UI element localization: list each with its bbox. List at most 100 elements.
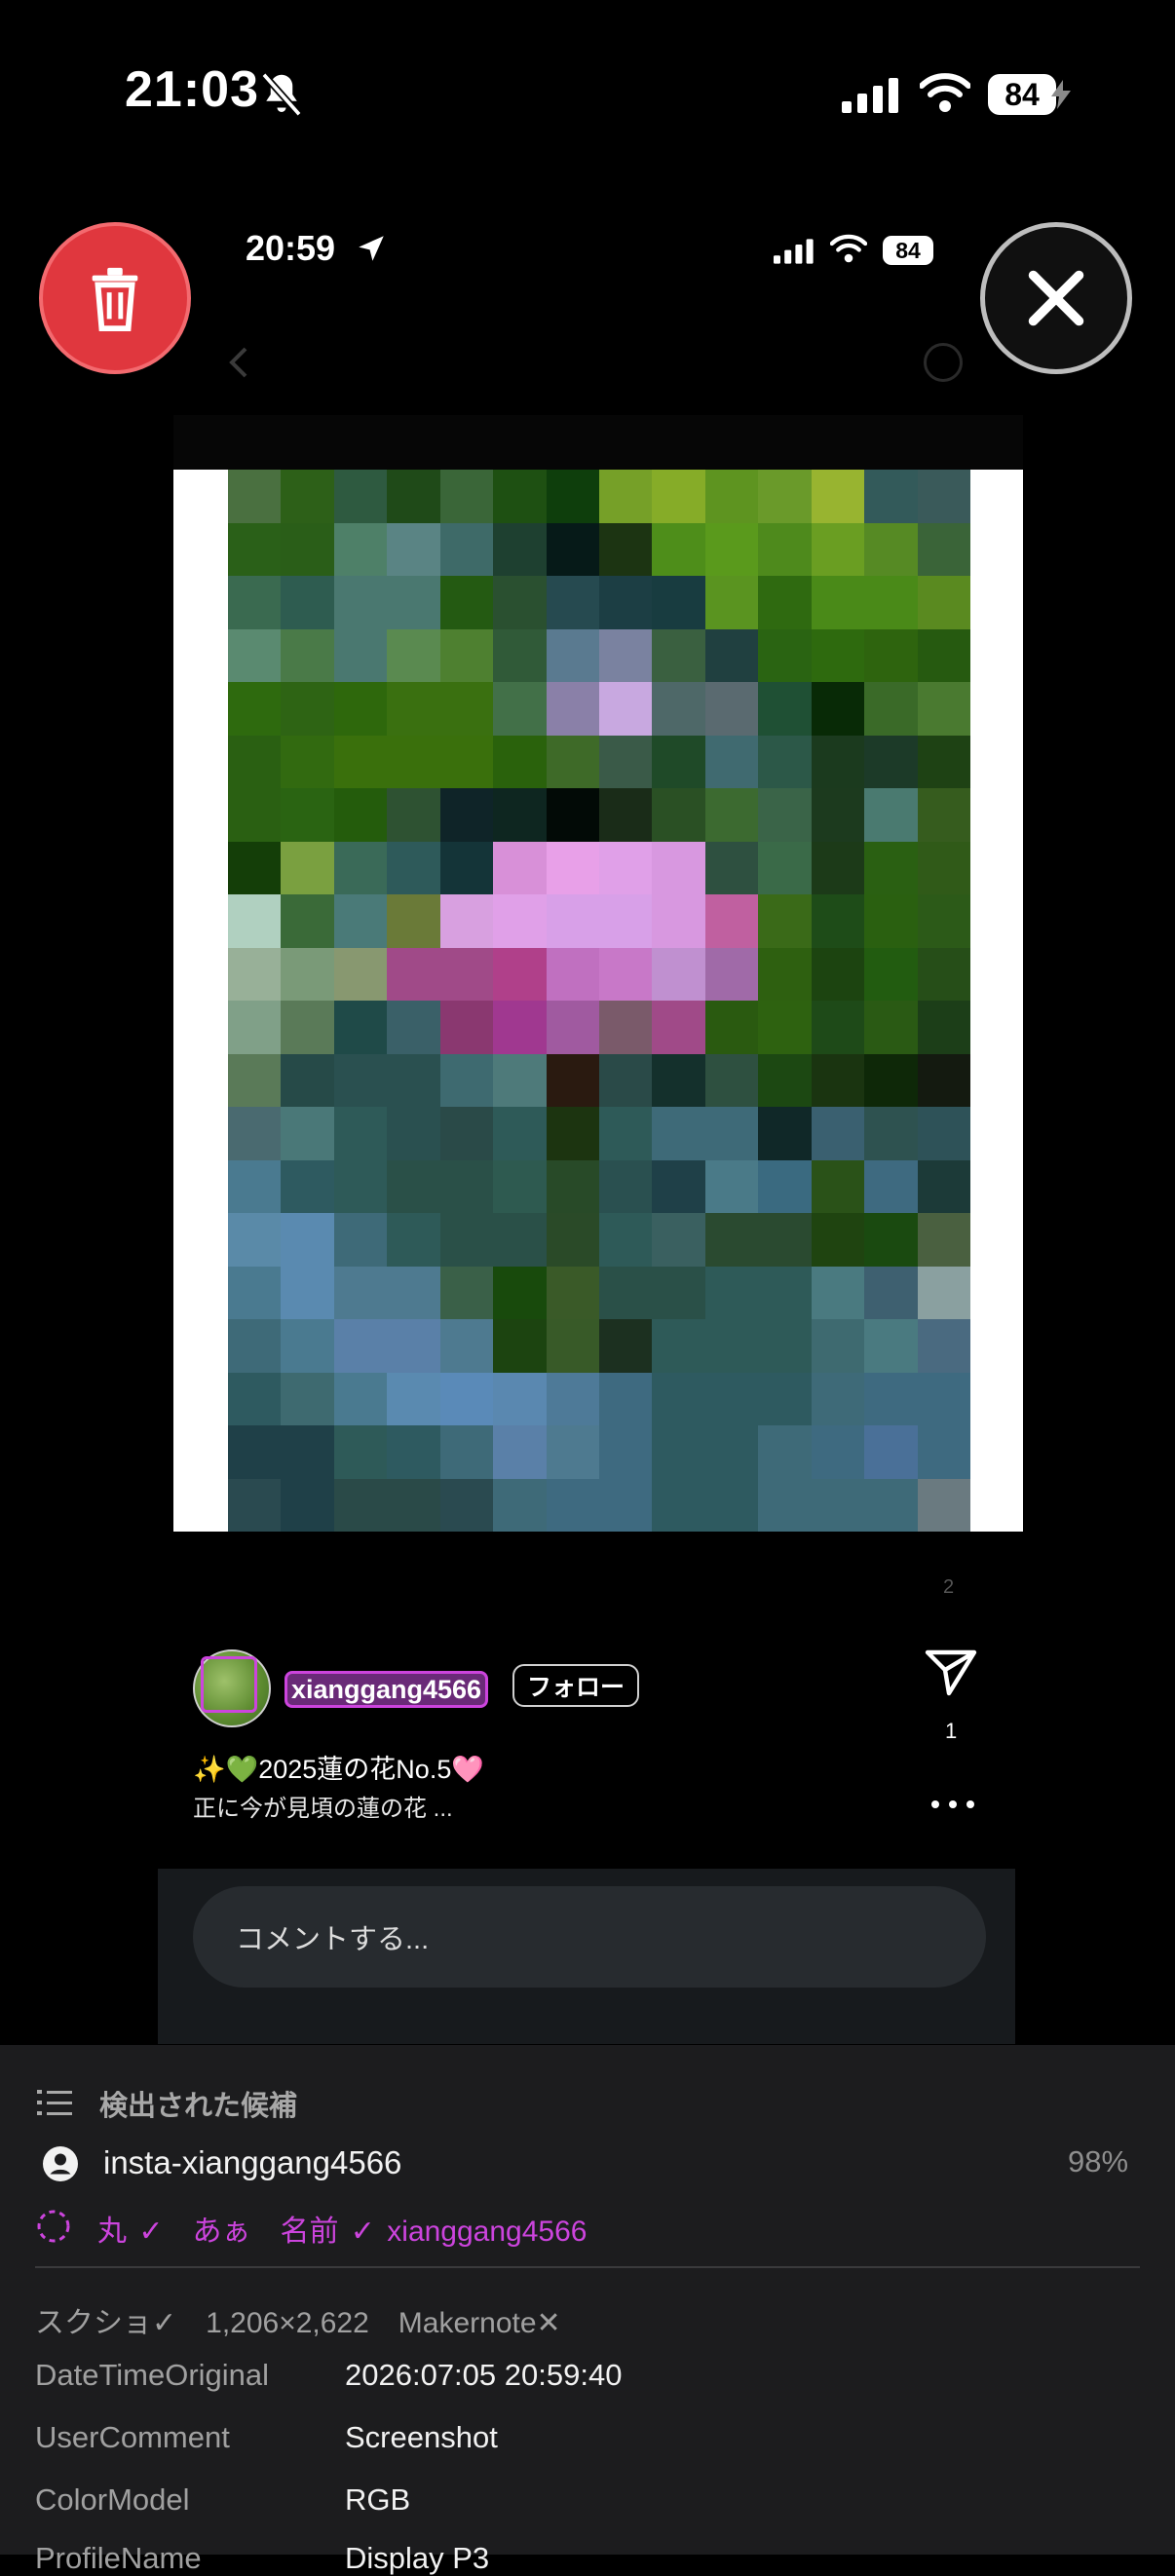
mosaic-tile: [811, 522, 865, 576]
inner-cellular-signal-icon: [774, 239, 814, 264]
wifi-icon: [920, 73, 970, 112]
mosaic-tile: [864, 682, 918, 736]
list-icon: [37, 2090, 72, 2115]
mosaic-tile: [917, 841, 970, 894]
mosaic-tile: [546, 628, 599, 682]
delete-button[interactable]: [39, 222, 191, 374]
mosaic-tile: [493, 1159, 547, 1213]
caption-text[interactable]: 正に今が見頃の蓮の花 ...: [193, 1789, 453, 1823]
panel-divider: [35, 2266, 1140, 2268]
meta-key: DateTimeOriginal: [35, 2358, 270, 2392]
mosaic-tile: [811, 947, 865, 1001]
mosaic-tile: [387, 470, 440, 523]
mosaic-tile: [917, 1213, 970, 1267]
mosaic-tile: [281, 628, 334, 682]
mosaic-tile: [228, 1319, 282, 1373]
mosaic-tile: [387, 682, 440, 736]
mosaic-tile: [917, 1319, 970, 1373]
mosaic-tile: [228, 682, 282, 736]
mosaic-tile: [387, 947, 440, 1001]
mosaic-tile: [598, 1053, 653, 1107]
comment-input[interactable]: コメントする...: [193, 1886, 986, 1988]
mosaic-tile: [598, 682, 653, 736]
mosaic-tile: [228, 1159, 282, 1213]
mosaic-tile: [758, 1425, 812, 1479]
mosaic-tile: [758, 1319, 812, 1373]
mosaic-tile: [228, 628, 282, 682]
mosaic-tile: [758, 1372, 812, 1425]
mosaic-tile: [758, 522, 812, 576]
follow-button[interactable]: フォロー: [512, 1664, 639, 1707]
mosaic-tile: [811, 1319, 865, 1373]
mosaic-tile: [811, 1159, 865, 1213]
meta-value: Screenshot: [345, 2420, 498, 2454]
mosaic-tile: [652, 1478, 705, 1532]
mosaic-tile: [917, 735, 970, 788]
trash-icon: [92, 267, 138, 332]
mosaic-tile: [333, 1319, 388, 1373]
mosaic-tile: [333, 947, 388, 1001]
mosaic-tile: [598, 1107, 653, 1160]
mosaic-tile: [387, 1053, 440, 1107]
mosaic-tile: [917, 1159, 970, 1213]
more-options-icon[interactable]: [931, 1800, 974, 1810]
mosaic-tile: [387, 841, 440, 894]
mosaic-tile: [333, 735, 388, 788]
mosaic-tile: [864, 628, 918, 682]
mosaic-tile: [652, 1425, 705, 1479]
mosaic-tile: [598, 841, 653, 894]
mosaic-tile: [598, 1159, 653, 1213]
mosaic-tile: [864, 1213, 918, 1267]
mosaic-tile: [864, 1107, 918, 1160]
close-icon: [1028, 270, 1084, 326]
charging-bolt-icon: [1051, 80, 1071, 109]
mosaic-tile: [281, 947, 334, 1001]
mosaic-tile: [493, 1266, 547, 1319]
mosaic-tile: [546, 682, 599, 736]
mosaic-tile: [281, 1107, 334, 1160]
mosaic-tile: [493, 735, 547, 788]
mosaic-tile: [333, 1001, 388, 1054]
close-button[interactable]: [980, 222, 1132, 374]
mosaic-tile: [439, 1213, 494, 1267]
mosaic-tile: [758, 1159, 812, 1213]
mosaic-tile: [439, 628, 494, 682]
mosaic-tile: [333, 894, 388, 948]
mosaic-tile: [652, 735, 705, 788]
mosaic-tile: [546, 788, 599, 842]
mosaic-tile: [546, 1266, 599, 1319]
inner-wifi-icon: [830, 234, 867, 263]
mosaic-tile: [546, 1372, 599, 1425]
mosaic-tile: [387, 1372, 440, 1425]
send-icon[interactable]: [924, 1648, 978, 1697]
post-image-pixelated[interactable]: [228, 470, 970, 1532]
mosaic-tile: [228, 1001, 282, 1054]
mosaic-tile: [704, 1213, 759, 1267]
mosaic-tile: [758, 788, 812, 842]
mosaic-tile: [652, 1053, 705, 1107]
mosaic-tile: [704, 788, 759, 842]
mosaic-tile: [652, 1266, 705, 1319]
mosaic-tile: [228, 1053, 282, 1107]
mosaic-tile: [598, 1478, 653, 1532]
username-link[interactable]: xianggang4566: [284, 1671, 489, 1708]
mosaic-tile: [652, 470, 705, 523]
mosaic-tile: [917, 1425, 970, 1479]
mosaic-tile: [387, 1319, 440, 1373]
mosaic-tile: [598, 894, 653, 948]
mosaic-tile: [758, 1053, 812, 1107]
back-chevron-icon[interactable]: [228, 347, 249, 378]
dashed-circle-icon: [37, 2210, 70, 2243]
meta-key: UserComment: [35, 2420, 230, 2454]
mosaic-tile: [228, 947, 282, 1001]
loading-spinner-icon: [924, 343, 963, 382]
mosaic-tile: [546, 947, 599, 1001]
mosaic-tile: [758, 628, 812, 682]
mosaic-tile: [387, 788, 440, 842]
mosaic-tile: [758, 735, 812, 788]
status-time: 21:03: [125, 61, 259, 118]
mosaic-tile: [917, 1266, 970, 1319]
mosaic-tile: [917, 576, 970, 629]
candidate-name[interactable]: insta-xianggang4566: [103, 2144, 401, 2181]
mosaic-tile: [704, 576, 759, 629]
